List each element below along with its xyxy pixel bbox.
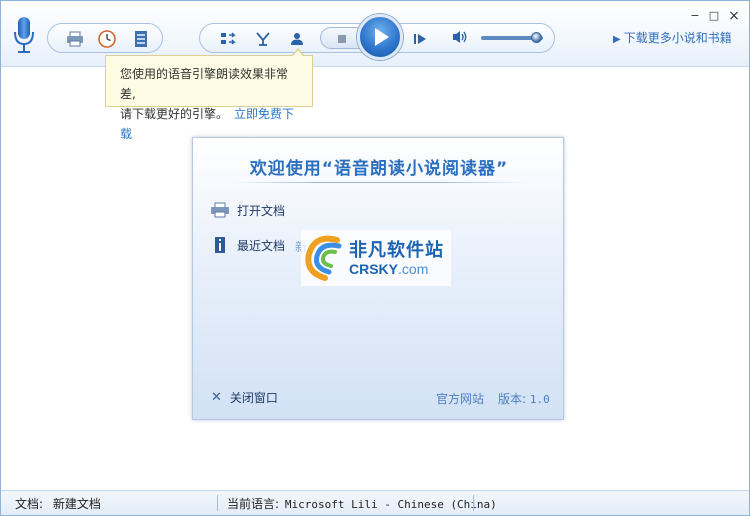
switch-mode-button[interactable] bbox=[218, 28, 240, 50]
next-button[interactable] bbox=[409, 28, 431, 50]
triangle-right-icon: ▶ bbox=[613, 34, 621, 45]
close-dialog-button[interactable]: ✕ 关闭窗口 bbox=[211, 389, 278, 406]
recent-documents-item[interactable]: 最近文档 bbox=[209, 235, 285, 255]
volume-icon[interactable] bbox=[451, 29, 469, 48]
exchange-button[interactable] bbox=[252, 28, 274, 50]
close-dialog-label: 关闭窗口 bbox=[229, 391, 278, 405]
user-icon bbox=[291, 33, 303, 45]
maximize-button[interactable]: □ bbox=[708, 10, 720, 22]
volume-slider-handle[interactable] bbox=[531, 32, 542, 43]
engine-warning-tooltip: 您使用的语音引擎朗读效果非常差, 请下载更好的引擎。 立即免费下载 bbox=[105, 55, 313, 141]
status-divider bbox=[473, 495, 474, 511]
list-button[interactable] bbox=[130, 28, 152, 50]
open-document-item[interactable]: 打开文档 bbox=[209, 200, 285, 220]
status-bar: 文档: 新建文档 当前语言: Microsoft Lili - Chinese … bbox=[1, 490, 749, 515]
status-document: 文档: 新建文档 bbox=[15, 497, 101, 511]
welcome-dialog: 欢迎使用“语音朗读小说阅读器” 打开文档 最近文档 新 bbox=[192, 137, 564, 420]
stop-icon bbox=[338, 35, 346, 43]
close-window-button[interactable]: × bbox=[728, 9, 740, 23]
app-window: ▶ 下载更多小说和书籍 − □ × 您使用的语音引擎朗读效果非常差, 请下载更好的… bbox=[0, 0, 750, 516]
file-toolbar-group bbox=[47, 23, 163, 53]
stop-button[interactable] bbox=[331, 28, 353, 50]
version-info: 版本: 1.0 bbox=[498, 390, 550, 407]
version-value: 1.0 bbox=[529, 393, 550, 406]
download-more-link[interactable]: ▶ 下载更多小说和书籍 bbox=[613, 29, 732, 46]
list-icon bbox=[135, 31, 147, 47]
play-icon bbox=[375, 28, 389, 46]
crsky-watermark: 非凡软件站 CRSKY.com bbox=[301, 230, 451, 286]
print-icon bbox=[67, 31, 83, 47]
minimize-button[interactable]: − bbox=[689, 10, 701, 22]
recent-documents-label: 最近文档 bbox=[237, 238, 286, 253]
version-label: 版本: bbox=[498, 392, 527, 406]
tooltip-pointer-fill bbox=[292, 50, 304, 57]
switch-icon bbox=[221, 32, 236, 45]
clock-icon bbox=[98, 30, 116, 48]
voice-button[interactable] bbox=[286, 28, 308, 50]
print-button[interactable] bbox=[64, 28, 86, 50]
tooltip-line-1: 您使用的语音引擎朗读效果非常差, bbox=[120, 67, 289, 101]
close-icon: ✕ bbox=[211, 390, 222, 405]
play-button[interactable] bbox=[357, 14, 403, 60]
status-language: 当前语言: Microsoft Lili - Chinese (China) bbox=[227, 497, 497, 511]
info-icon bbox=[209, 236, 231, 254]
crsky-logo-icon bbox=[305, 235, 342, 281]
dialog-title: 欢迎使用“语音朗读小说阅读器” bbox=[249, 159, 509, 179]
open-document-label: 打开文档 bbox=[237, 203, 286, 218]
exchange-icon bbox=[256, 32, 270, 46]
watermark-title: 非凡软件站 bbox=[349, 240, 444, 261]
history-button[interactable] bbox=[96, 28, 118, 50]
official-site-link[interactable]: 官方网站 bbox=[436, 390, 484, 407]
watermark-domain: CRSKY.com bbox=[349, 261, 429, 277]
next-icon bbox=[414, 34, 426, 44]
print-icon bbox=[209, 201, 231, 219]
microphone-icon[interactable] bbox=[11, 15, 37, 55]
status-divider bbox=[217, 495, 218, 511]
title-divider bbox=[233, 182, 525, 183]
